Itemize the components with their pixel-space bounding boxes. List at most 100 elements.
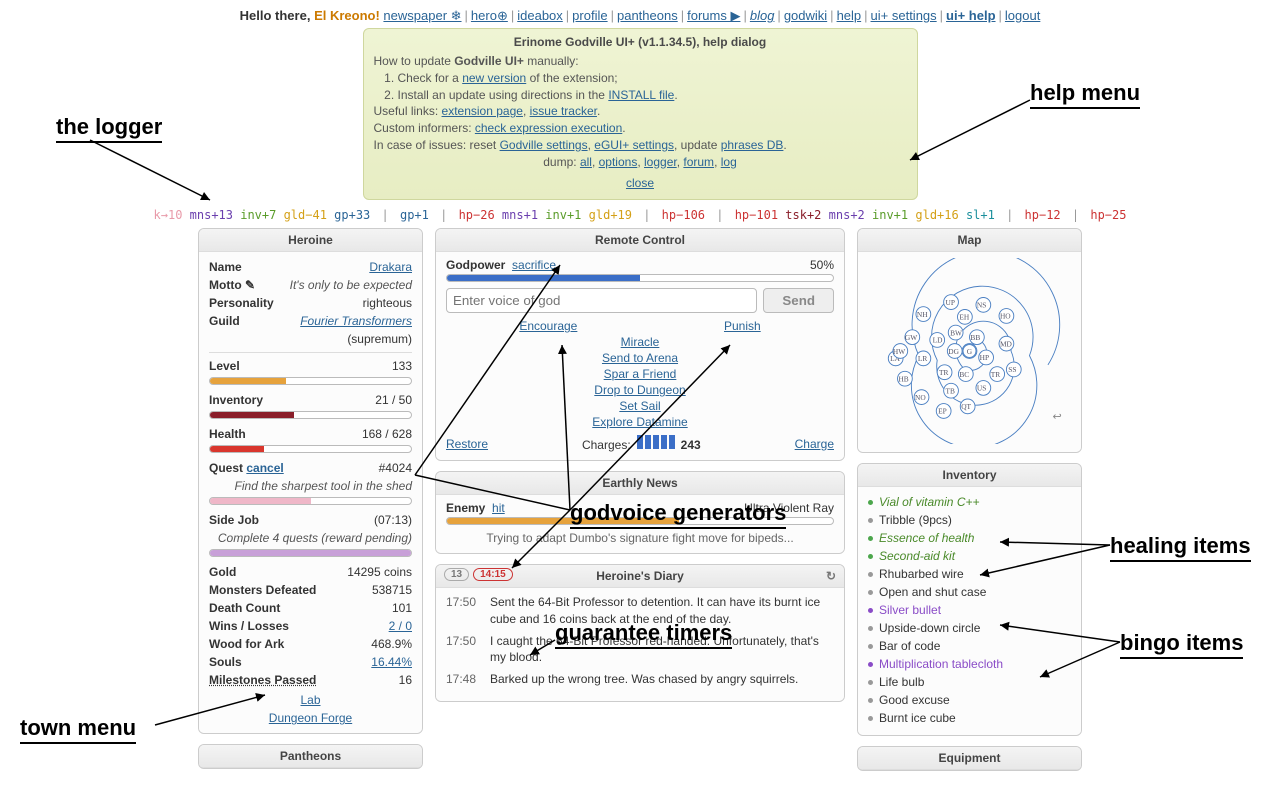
hero-name-link[interactable]: Drakara xyxy=(369,260,412,274)
arena-link[interactable]: Send to Arena xyxy=(602,351,678,365)
inventory-panel: Inventory Vial of vitamin C++Tribble (9p… xyxy=(857,463,1082,736)
hit-link[interactable]: hit xyxy=(492,501,505,515)
inventory-item[interactable]: Tribble (9pcs) xyxy=(868,511,1071,529)
nav-ui-settings[interactable]: ui+ settings xyxy=(871,8,937,23)
inventory-title: Inventory xyxy=(858,464,1081,487)
pantheons-title: Pantheons xyxy=(199,745,422,768)
nav-ui-help[interactable]: ui+ help xyxy=(946,8,995,23)
nav-pantheons[interactable]: pantheons xyxy=(617,8,678,23)
nav-help[interactable]: help xyxy=(837,8,862,23)
inventory-item[interactable]: Essence of health xyxy=(868,529,1071,547)
inventory-item[interactable]: Multiplication tablecloth xyxy=(868,655,1071,673)
top-nav: Hello there, El Kreono! newspaper ❄|hero… xyxy=(0,0,1280,28)
restore-link[interactable]: Restore xyxy=(446,437,488,451)
svg-text:LR: LR xyxy=(918,355,928,364)
pantheons-panel: Pantheons xyxy=(198,744,423,769)
issue-tracker-link[interactable]: issue tracker xyxy=(530,104,597,118)
reload-icon[interactable]: ↻ xyxy=(826,569,836,583)
reset-gv-link[interactable]: Godville settings xyxy=(500,138,588,152)
voice-input[interactable] xyxy=(446,288,757,313)
bullet-icon xyxy=(868,716,873,721)
milestones-link[interactable]: Milestones Passed xyxy=(209,673,316,687)
install-file-link[interactable]: INSTALL file xyxy=(608,88,674,102)
map-canvas[interactable]: G DG BB BW LD HP BC TR LR GW NH UP NS HO… xyxy=(858,252,1081,452)
nav-profile[interactable]: profile xyxy=(572,8,607,23)
help-title: Erinome Godville UI+ (v1.1.34.5) xyxy=(514,35,696,49)
svg-text:HB: HB xyxy=(898,375,908,384)
reset-egui-link[interactable]: eGUI+ settings xyxy=(594,138,674,152)
new-version-link[interactable]: new version xyxy=(462,71,526,85)
map-panel: Map G DG BB BW LD HP BC TR LR GW NH xyxy=(857,228,1082,453)
bullet-icon xyxy=(868,644,873,649)
nav-blog[interactable]: blog xyxy=(750,8,775,23)
quest-bar xyxy=(209,497,412,505)
remote-title: Remote Control xyxy=(436,229,844,252)
nav-newspaper-[interactable]: newspaper ❄ xyxy=(383,8,461,23)
encourage-link[interactable]: Encourage xyxy=(519,319,577,333)
svg-text:BB: BB xyxy=(970,333,980,342)
earthly-news-panel: Earthly News Enemy hitUltra Violent Ray … xyxy=(435,471,845,554)
svg-text:HP: HP xyxy=(980,354,989,363)
svg-text:BC: BC xyxy=(959,370,969,379)
punish-link[interactable]: Punish xyxy=(724,319,761,333)
diary-timer-pill: 14:15 xyxy=(473,568,513,581)
inventory-item[interactable]: Second-aid kit xyxy=(868,547,1071,565)
souls-link[interactable]: 16.44% xyxy=(371,655,412,669)
equipment-title: Equipment xyxy=(858,747,1081,770)
svg-text:HO: HO xyxy=(1000,312,1011,321)
nav-ideabox[interactable]: ideabox xyxy=(517,8,563,23)
greeting-label: Hello there, xyxy=(240,8,311,23)
inventory-item[interactable]: Vial of vitamin C++ xyxy=(868,493,1071,511)
nav-godwiki[interactable]: godwiki xyxy=(784,8,827,23)
inventory-item[interactable]: Bar of code xyxy=(868,637,1071,655)
sail-link[interactable]: Set Sail xyxy=(619,399,660,413)
godpower-bar xyxy=(446,274,834,282)
spar-link[interactable]: Spar a Friend xyxy=(604,367,677,381)
inventory-item[interactable]: Life bulb xyxy=(868,673,1071,691)
lab-link[interactable]: Lab xyxy=(300,693,320,707)
inventory-item[interactable]: Rhubarbed wire xyxy=(868,565,1071,583)
charge-link[interactable]: Charge xyxy=(795,437,834,451)
svg-text:LD: LD xyxy=(933,336,944,345)
svg-text:US: US xyxy=(977,384,986,393)
bullet-icon xyxy=(868,536,873,541)
svg-text:EH: EH xyxy=(959,313,970,322)
bullet-icon xyxy=(868,698,873,703)
nav-hero-[interactable]: hero⊕ xyxy=(471,8,508,23)
map-title: Map xyxy=(858,229,1081,252)
miracle-link[interactable]: Miracle xyxy=(621,335,660,349)
equipment-panel: Equipment xyxy=(857,746,1082,771)
phrases-db-link[interactable]: phrases DB xyxy=(721,138,784,152)
inventory-item[interactable]: Open and shut case xyxy=(868,583,1071,601)
cancel-quest-link[interactable]: cancel xyxy=(246,461,283,475)
svg-text:TR: TR xyxy=(939,368,949,377)
diary-entry: 17:48Barked up the wrong tree. Was chase… xyxy=(446,671,834,687)
nav-forums-[interactable]: forums ▶ xyxy=(687,8,740,23)
datamine-link[interactable]: Explore Datamine xyxy=(592,415,687,429)
bullet-icon xyxy=(868,590,873,595)
inventory-item[interactable]: Good excuse xyxy=(868,691,1071,709)
nav-logout[interactable]: logout xyxy=(1005,8,1040,23)
anno-help-menu: help menu xyxy=(1030,80,1140,109)
inventory-item[interactable]: Burnt ice cube xyxy=(868,709,1071,727)
extension-page-link[interactable]: extension page xyxy=(442,104,523,118)
guild-link[interactable]: Fourier Transformers xyxy=(300,314,412,328)
wins-losses-link[interactable]: 2 / 0 xyxy=(389,619,412,633)
svg-text:NH: NH xyxy=(917,310,928,319)
dungeon-link[interactable]: Drop to Dungeon xyxy=(594,383,685,397)
check-expr-link[interactable]: check expression execution xyxy=(475,121,622,135)
enemy-bar xyxy=(446,517,834,525)
send-button[interactable]: Send xyxy=(763,288,834,313)
close-help-link[interactable]: close xyxy=(374,175,907,192)
sacrifice-link[interactable]: sacrifice xyxy=(512,258,556,272)
diary-entry: 17:50Sent the 64-Bit Professor to detent… xyxy=(446,594,834,626)
dungeon-forge-link[interactable]: Dungeon Forge xyxy=(269,711,352,725)
level-bar xyxy=(209,377,412,385)
bullet-icon xyxy=(868,518,873,523)
svg-text:SS: SS xyxy=(1008,366,1016,375)
inventory-item[interactable]: Silver bullet xyxy=(868,601,1071,619)
heroine-panel: Heroine NameDrakara Motto ✎It's only to … xyxy=(198,228,423,734)
svg-text:DG: DG xyxy=(948,347,959,356)
inventory-item[interactable]: Upside-down circle xyxy=(868,619,1071,637)
username-label: El Kreono! xyxy=(314,8,380,23)
